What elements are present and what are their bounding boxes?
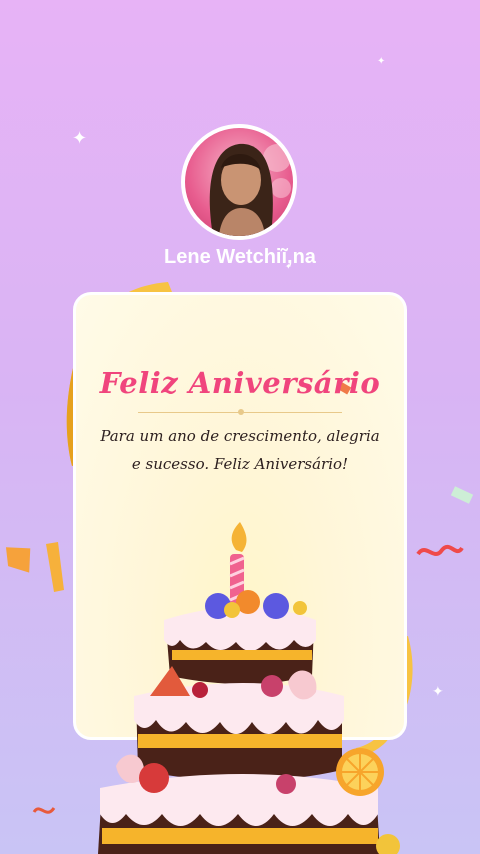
sparkle-icon: ✦ [377,56,386,67]
birthday-cake-icon [98,522,400,854]
card-title: Feliz Aniversário [99,366,381,400]
confetti [32,807,56,814]
confetti [5,542,64,592]
sparkle-icon: ✦ [432,684,444,700]
avatar[interactable] [181,124,297,240]
sparkle-icon: ✦ [72,128,88,149]
confetti [450,486,474,504]
card-message: Para um ano de crescimento, alegria e su… [100,427,380,473]
avatar-photo [209,143,291,236]
user-name: Lene Wetchiĩ,na [164,246,316,268]
confetti [416,544,464,556]
title-divider-dot [238,409,244,415]
